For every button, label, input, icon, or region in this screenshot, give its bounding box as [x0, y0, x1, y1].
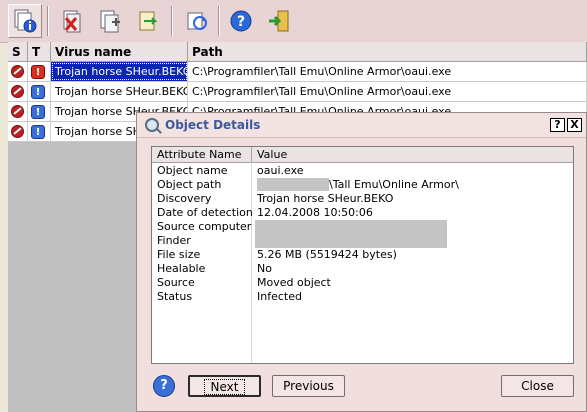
attribute-name: Finder [157, 234, 191, 247]
attribute-name: Healable [157, 262, 206, 275]
export-button[interactable] [131, 4, 165, 38]
attribute-row[interactable]: Status Infected [152, 290, 573, 304]
exit-icon [269, 10, 289, 32]
attribute-value: Moved object [257, 276, 331, 289]
redacted-block [257, 178, 329, 191]
magnifier-icon [145, 118, 159, 132]
attribute-name: File size [157, 248, 201, 261]
attribute-row[interactable]: Discovery Trojan horse SHeur.BEKO [152, 192, 573, 206]
attribute-name: Date of detection [157, 206, 253, 219]
attribute-value: Infected [257, 290, 302, 303]
info-blue-icon: ! [31, 105, 45, 119]
attribute-name: Status [157, 290, 193, 303]
attribute-value: oaui.exe [257, 164, 304, 177]
dialog-close-caption-button[interactable]: X [567, 118, 582, 132]
info-blue-icon: ! [31, 85, 45, 99]
close-button[interactable]: Close [501, 375, 574, 397]
delete-icon [63, 10, 81, 33]
copy-add-icon [100, 10, 120, 33]
next-button[interactable]: Next [188, 375, 261, 397]
virus-name-cell[interactable]: Trojan horse SHeur.BEKO [51, 82, 188, 101]
toolbar-separator [171, 6, 173, 36]
grid-header: Attribute Name Value [152, 147, 573, 163]
attribute-value: No [257, 262, 272, 275]
attribute-row[interactable]: Healable No [152, 262, 573, 276]
attribute-value: Trojan horse SHeur.BEKO [257, 192, 394, 205]
previous-button[interactable]: Previous [272, 375, 345, 397]
stop-icon [11, 105, 24, 118]
redacted-block [255, 220, 447, 248]
table-row[interactable]: ! Trojan horse SHeur.BEKO C:\Programfile… [8, 82, 587, 102]
export-icon [139, 11, 158, 31]
help-toolbar-button[interactable]: ? [224, 4, 258, 38]
details-button[interactable] [8, 4, 42, 38]
attribute-name: Discovery [157, 192, 212, 205]
attribute-value: \Tall Emu\Online Armor\ [257, 178, 459, 192]
attribute-name: Source [157, 276, 195, 289]
attribute-row[interactable]: Object name oaui.exe [152, 164, 573, 178]
help-button[interactable]: ? [153, 375, 175, 397]
table-row[interactable]: ! Trojan horse SHeur.BEKO C:\Programfile… [8, 62, 587, 82]
copy-add-button[interactable] [93, 4, 127, 38]
virus-name-cell[interactable]: Trojan horse SHeur.BEKO [51, 62, 188, 81]
attribute-row[interactable]: File size 5.26 MB (5519424 bytes) [152, 248, 573, 262]
column-header-attribute[interactable]: Attribute Name [152, 147, 252, 162]
next-button-label: Next [203, 379, 246, 395]
attribute-row[interactable]: Object path \Tall Emu\Online Armor\ [152, 178, 573, 192]
attribute-name: Object name [157, 164, 228, 177]
attribute-value: 5.26 MB (5519424 bytes) [257, 248, 397, 261]
toolbar: ? [0, 0, 587, 43]
path-cell[interactable]: C:\Programfiler\Tall Emu\Online Armor\oa… [188, 62, 587, 81]
details-icon [14, 9, 37, 33]
list-empty-area [8, 142, 134, 412]
column-header-virus-name[interactable]: Virus name [51, 42, 188, 62]
dialog-title-bar[interactable]: Object Details ? X [137, 113, 586, 138]
attribute-row[interactable]: Date of detection 12.04.2008 10:50:06 [152, 206, 573, 220]
attribute-grid[interactable]: Attribute Name Value Object name oaui.ex… [151, 146, 574, 364]
stop-icon [11, 125, 24, 138]
attribute-name: Source computer [157, 220, 252, 233]
attribute-value: 12.04.2008 10:50:06 [257, 206, 373, 219]
path-cell[interactable]: C:\Programfiler\Tall Emu\Online Armor\oa… [188, 82, 587, 101]
column-header-s[interactable]: S [8, 42, 28, 62]
help-icon: ? [230, 10, 252, 32]
warning-red-icon: ! [31, 65, 45, 79]
dialog-help-caption-button[interactable]: ? [550, 118, 565, 132]
attribute-name: Object path [157, 178, 222, 191]
svg-text:?: ? [237, 14, 245, 30]
refresh-button[interactable] [180, 4, 214, 38]
info-blue-icon: ! [31, 125, 45, 139]
object-details-dialog: Object Details ? X Attribute Name Value … [136, 112, 587, 412]
column-header-t[interactable]: T [28, 42, 51, 62]
list-header: S T Virus name Path [8, 42, 587, 62]
attribute-row[interactable]: Source Moved object [152, 276, 573, 290]
dialog-title: Object Details [165, 118, 261, 132]
stop-icon [11, 65, 24, 78]
object-path-value: \Tall Emu\Online Armor\ [329, 178, 459, 191]
stop-icon [11, 85, 24, 98]
exit-button[interactable] [262, 4, 296, 38]
delete-button[interactable] [55, 4, 89, 38]
toolbar-separator [47, 6, 49, 36]
refresh-icon [187, 12, 207, 30]
toolbar-separator [218, 6, 220, 36]
column-header-path[interactable]: Path [188, 42, 587, 62]
column-header-value[interactable]: Value [252, 147, 573, 162]
